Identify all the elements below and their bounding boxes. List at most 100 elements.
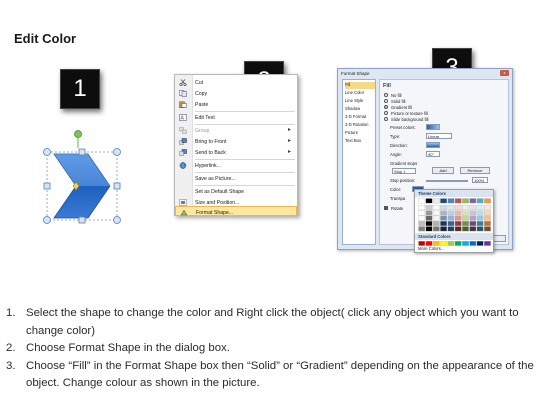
color-swatch[interactable] [425, 210, 433, 216]
theme-color-swatches[interactable] [418, 198, 492, 232]
color-swatch[interactable] [418, 221, 426, 226]
resize-handle-tr[interactable] [113, 148, 121, 156]
resize-handle-tl[interactable] [43, 148, 51, 156]
angle-field[interactable]: 90° [426, 151, 440, 157]
color-swatch[interactable] [425, 198, 433, 204]
color-swatch[interactable] [418, 198, 426, 204]
color-swatch[interactable] [440, 221, 447, 226]
menu-item-cut[interactable]: Cut [175, 77, 297, 88]
color-swatch[interactable] [484, 221, 491, 226]
standard-color-swatch[interactable] [476, 241, 484, 246]
rotate-handle[interactable] [74, 130, 82, 138]
color-swatch[interactable] [432, 221, 440, 226]
color-swatch[interactable] [476, 226, 484, 232]
standard-color-swatch[interactable] [484, 241, 491, 246]
direction-button[interactable] [426, 142, 440, 148]
color-swatch[interactable] [454, 226, 462, 232]
resize-handle-right[interactable] [113, 182, 121, 190]
menu-item-format-shape[interactable]: Format Shape... [175, 206, 297, 216]
color-swatch[interactable] [425, 205, 433, 211]
color-swatch[interactable] [469, 210, 477, 216]
menu-item-bring-to-front[interactable]: Bring to Front ▸ [175, 136, 297, 147]
color-swatch[interactable] [484, 198, 491, 204]
menu-item-set-default-shape[interactable]: Set as Default Shape [175, 186, 297, 197]
color-swatch[interactable] [425, 226, 433, 232]
color-swatch[interactable] [469, 221, 477, 226]
stop-position-field[interactable]: 100% [472, 177, 488, 183]
color-swatch[interactable] [454, 215, 462, 221]
selected-chevron-shape[interactable] [36, 126, 136, 226]
color-swatch[interactable] [462, 226, 469, 232]
menu-item-group[interactable]: Group ▸ [175, 125, 297, 136]
standard-color-swatch[interactable] [440, 241, 447, 246]
color-swatch[interactable] [484, 215, 491, 221]
menu-item-paste[interactable]: Paste [175, 99, 297, 110]
stop-position-slider[interactable] [426, 180, 468, 182]
nav-item-line-color[interactable]: Line Color [345, 90, 375, 97]
nav-item-3d-format[interactable]: 3-D Format [345, 114, 375, 121]
color-swatch[interactable] [484, 210, 491, 216]
color-swatch[interactable] [469, 215, 477, 221]
color-swatch[interactable] [447, 210, 455, 216]
color-swatch[interactable] [454, 210, 462, 216]
color-swatch[interactable] [454, 221, 462, 226]
menu-item-save-as-picture[interactable]: Save as Picture... [175, 173, 297, 184]
color-swatch[interactable] [476, 221, 484, 226]
menu-item-hyperlink[interactable]: Hyperlink... [175, 160, 297, 171]
radio-slide-background-fill[interactable]: Slide background fill [384, 116, 428, 122]
menu-item-send-to-back[interactable]: Send to Back ▸ [175, 147, 297, 158]
color-swatch[interactable] [469, 205, 477, 211]
color-swatch[interactable] [440, 198, 447, 204]
color-swatch[interactable] [462, 205, 469, 211]
add-stop-button[interactable]: Add [432, 167, 454, 174]
color-swatch[interactable] [484, 205, 491, 211]
menu-item-edit-text[interactable]: A Edit Text [175, 112, 297, 123]
color-swatch[interactable] [469, 198, 477, 204]
color-swatch[interactable] [447, 205, 455, 211]
type-select[interactable]: Linear [426, 133, 452, 139]
color-swatch[interactable] [440, 210, 447, 216]
color-swatch[interactable] [418, 210, 426, 216]
color-swatch[interactable] [447, 221, 455, 226]
color-swatch[interactable] [469, 226, 477, 232]
resize-handle-left[interactable] [43, 182, 51, 190]
color-swatch[interactable] [432, 215, 440, 221]
remove-stop-button[interactable]: Remove [460, 167, 490, 174]
color-swatch[interactable] [432, 210, 440, 216]
color-swatch[interactable] [432, 226, 440, 232]
color-swatch[interactable] [425, 221, 433, 226]
nav-item-fill[interactable]: Fill [345, 82, 375, 89]
color-swatch[interactable] [447, 215, 455, 221]
nav-item-shadow[interactable]: Shadow [345, 106, 375, 113]
standard-color-swatch[interactable] [418, 241, 426, 246]
nav-item-text-box[interactable]: Text Box [345, 138, 375, 145]
color-swatch[interactable] [425, 215, 433, 221]
standard-color-swatch[interactable] [425, 241, 433, 246]
color-swatch[interactable] [454, 198, 462, 204]
color-swatch[interactable] [432, 205, 440, 211]
color-swatch[interactable] [440, 226, 447, 232]
standard-color-swatch[interactable] [454, 241, 462, 246]
color-swatch[interactable] [476, 205, 484, 211]
resize-handle-bl[interactable] [43, 216, 51, 224]
color-swatch[interactable] [418, 215, 426, 221]
resize-handle-top[interactable] [78, 148, 86, 156]
color-swatch[interactable] [476, 198, 484, 204]
standard-color-swatch[interactable] [469, 241, 477, 246]
color-swatch[interactable] [484, 226, 491, 232]
color-swatch[interactable] [454, 205, 462, 211]
color-swatch[interactable] [462, 221, 469, 226]
stop-select[interactable]: Stop 1 [392, 168, 416, 174]
color-swatch[interactable] [447, 198, 455, 204]
color-swatch[interactable] [447, 226, 455, 232]
close-button[interactable]: x [500, 70, 509, 76]
rotate-with-shape-checkbox[interactable]: Rotate [384, 205, 403, 211]
menu-item-copy[interactable]: Copy [175, 88, 297, 99]
color-swatch[interactable] [462, 215, 469, 221]
preset-colors-button[interactable] [426, 124, 440, 130]
color-swatch[interactable] [418, 205, 426, 211]
color-swatch[interactable] [476, 210, 484, 216]
nav-item-picture[interactable]: Picture [345, 130, 375, 137]
color-swatch[interactable] [440, 205, 447, 211]
standard-color-swatch[interactable] [447, 241, 455, 246]
